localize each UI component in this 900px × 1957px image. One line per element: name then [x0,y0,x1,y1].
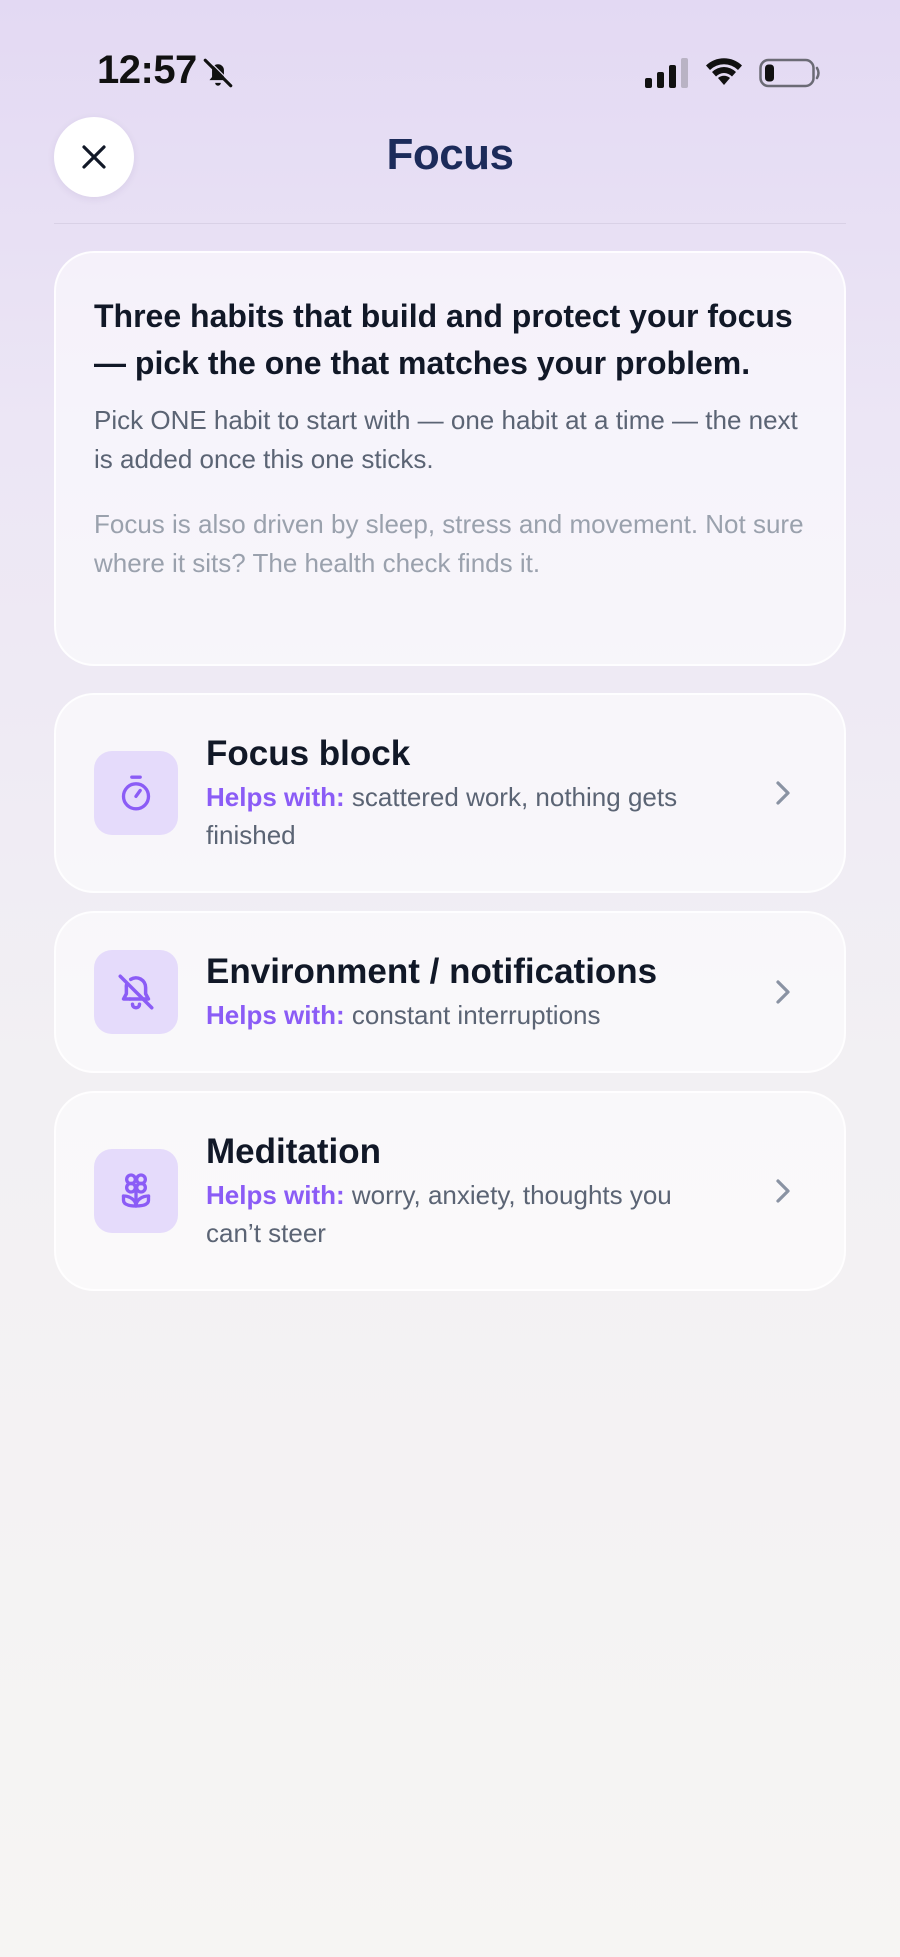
habit-card-focus-block[interactable]: Focus block Helps with: scattered work, … [54,693,846,893]
intro-card: Three habits that build and protect your… [54,251,846,666]
helps-with-label: Helps with: [206,1180,345,1210]
habit-icon-tile [94,1149,178,1233]
habit-description: Helps with: scattered work, nothing gets… [206,778,768,854]
intro-note: Focus is also driven by sleep, stress an… [94,509,804,578]
habit-card-environment-notifications[interactable]: Environment / notifications Helps with: … [54,911,846,1073]
habit-text: Meditation Helps with: worry, anxiety, t… [206,1130,768,1252]
battery-icon [759,58,820,88]
intro-body: Pick ONE habit to start with — one habit… [94,405,798,474]
flower-icon [121,1173,151,1208]
habit-text: Environment / notifications Helps with: … [206,950,768,1034]
chevron-right-icon [776,980,790,1004]
habit-text: Focus block Helps with: scattered work, … [206,732,768,854]
habit-title: Focus block [206,734,411,773]
habit-title: Meditation [206,1132,381,1171]
habit-icon-tile [94,751,178,835]
wifi-icon [706,58,742,85]
intro-heading: Three habits that build and protect your… [94,298,793,381]
chevron-right-icon [776,1179,790,1203]
chevron-right-icon [776,781,790,805]
page-title: Focus [386,130,514,179]
status-bar: 12:57 [0,0,900,140]
helps-with-label: Helps with: [206,1000,345,1030]
stopwatch-icon [121,775,151,811]
habit-description: Helps with: worry, anxiety, thoughts you… [206,1176,768,1252]
habit-icon-tile [94,950,178,1034]
status-time: 12:57 [97,48,197,92]
helps-with-label: Helps with: [206,782,345,812]
bell-off-icon [118,974,154,1010]
habit-description: Helps with: constant interruptions [206,996,768,1034]
cellular-signal-icon [645,58,688,88]
habit-card-meditation[interactable]: Meditation Helps with: worry, anxiety, t… [54,1091,846,1291]
helps-with-text: constant interruptions [351,1000,601,1030]
habit-title: Environment / notifications [206,952,658,991]
bell-off-status-icon [203,58,233,88]
header-divider [54,223,846,224]
